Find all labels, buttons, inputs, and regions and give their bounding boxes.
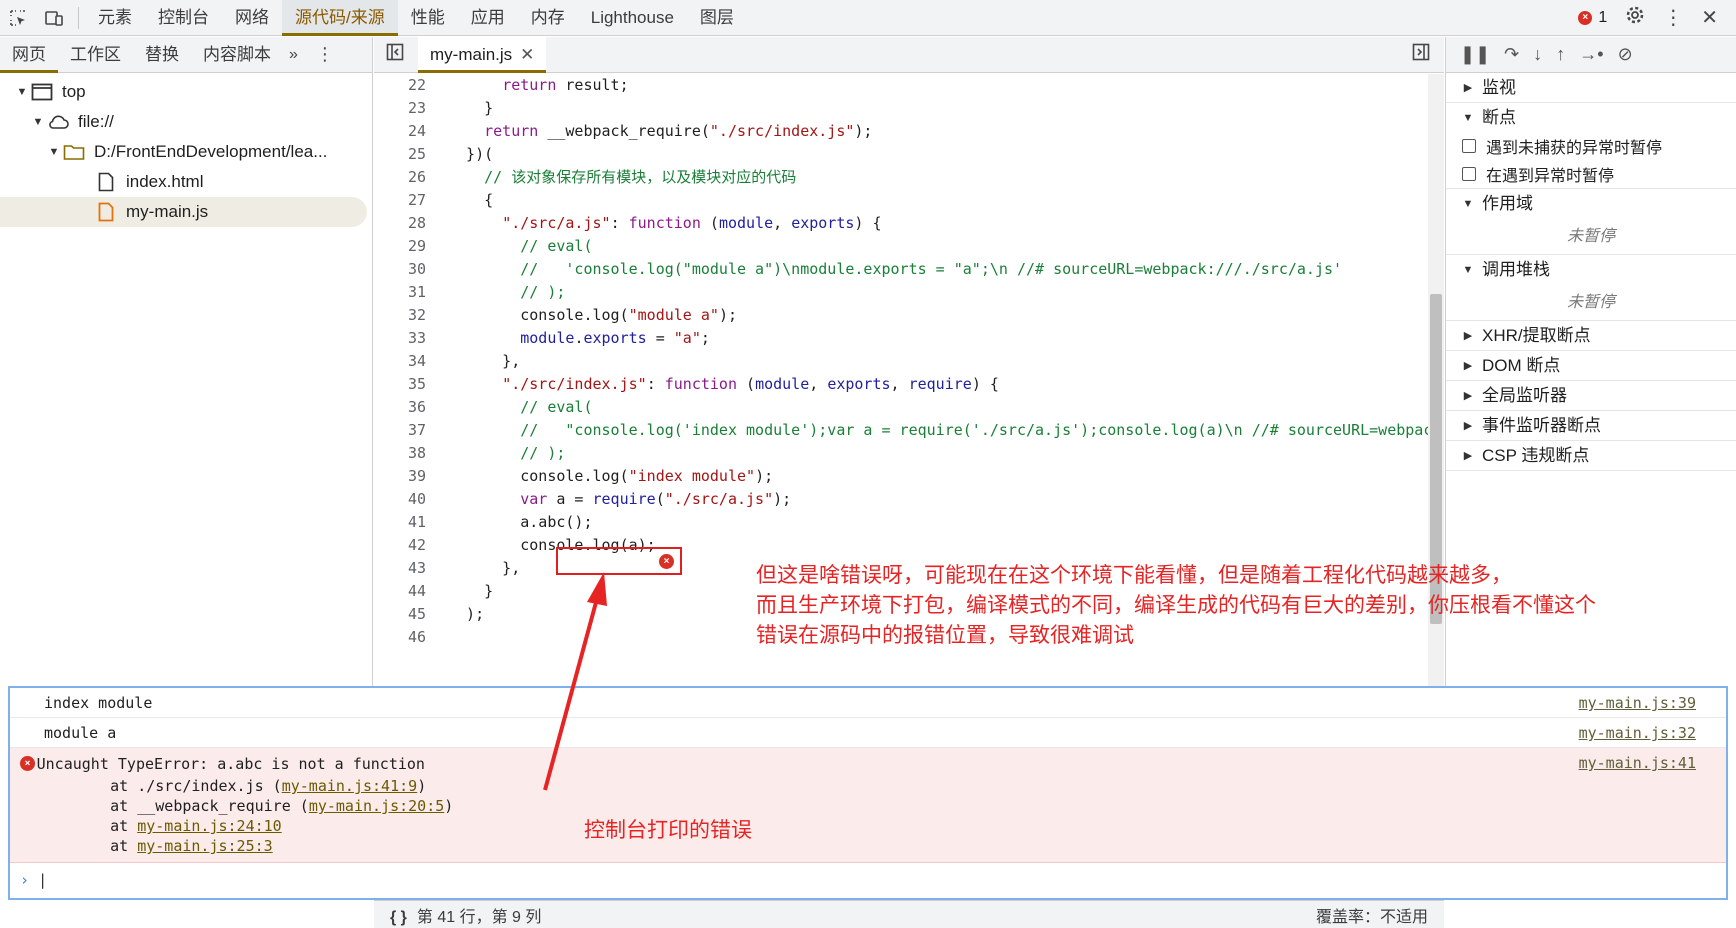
annotation-main-note: 但这是啥错误呀，可能现在在这个环境下能看懂，但是随着工程化代码越来越多， 而且生… — [756, 560, 1736, 650]
annotation-line: 而且生产环境下打包，编译模式的不同，编译生成的代码有巨大的差别，你压根看不懂这个 — [756, 593, 1596, 617]
annotation-console-note: 控制台打印的错误 — [584, 818, 752, 842]
annotation-line: 错误在源码中的报错位置，导致很难调试 — [756, 623, 1134, 647]
annotation-arrow — [543, 572, 607, 791]
annotation-line: 但这是啥错误呀，可能现在在这个环境下能看懂，但是随着工程化代码越来越多， — [756, 563, 1512, 587]
